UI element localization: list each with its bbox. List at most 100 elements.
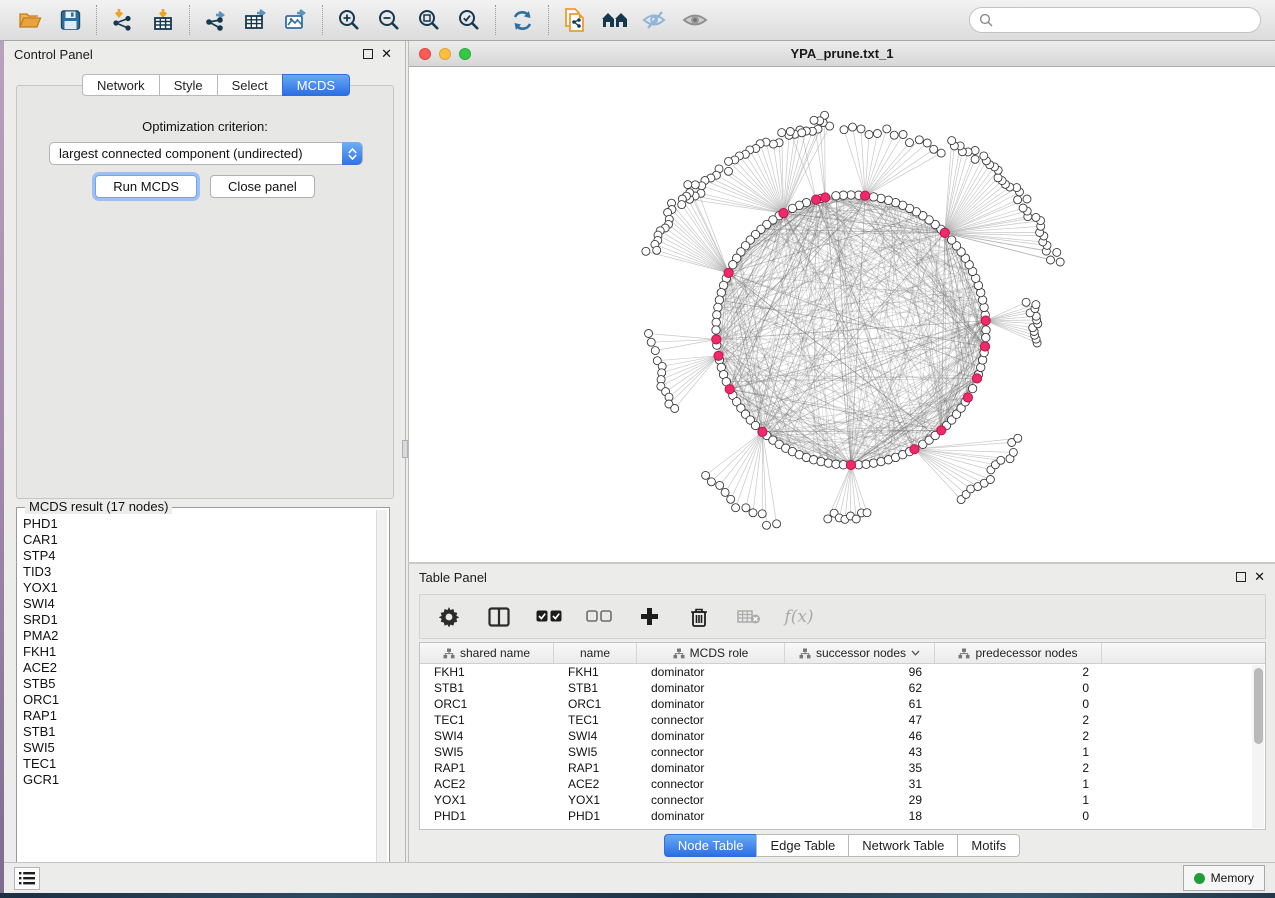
table-cell: 35	[785, 761, 935, 775]
close-panel-button[interactable]: Close panel	[210, 175, 315, 198]
network-canvas[interactable]	[409, 67, 1275, 561]
table-cell: FKH1	[554, 665, 637, 679]
list-item[interactable]: CAR1	[23, 532, 373, 548]
export-image-icon[interactable]	[276, 3, 316, 37]
search-icon	[979, 13, 993, 27]
list-icon	[19, 872, 35, 885]
list-item[interactable]: SWI5	[23, 740, 373, 756]
table-row[interactable]: SWI5SWI5connector431	[420, 744, 1265, 760]
table-row[interactable]: TEC1TEC1connector472	[420, 712, 1265, 728]
result-scrollbar[interactable]	[376, 510, 387, 876]
show-all-icon[interactable]	[675, 3, 715, 37]
control-panel-title: Control Panel	[14, 47, 93, 62]
list-item[interactable]: ORC1	[23, 692, 373, 708]
zoom-out-icon[interactable]	[369, 3, 409, 37]
close-icon[interactable]: ✕	[381, 49, 392, 59]
select-all-icon[interactable]	[536, 604, 562, 630]
search-input[interactable]	[993, 13, 1251, 27]
close-icon[interactable]: ✕	[1254, 572, 1265, 582]
list-item[interactable]: PMA2	[23, 628, 373, 644]
import-table-icon[interactable]	[143, 3, 183, 37]
toggle-panel-icon[interactable]	[486, 604, 512, 630]
table-row[interactable]: ORC1ORC1dominator610	[420, 696, 1265, 712]
table-row[interactable]: PHD1PHD1dominator180	[420, 808, 1265, 824]
table-row[interactable]: FKH1FKH1dominator962	[420, 664, 1265, 680]
table-settings-icon[interactable]	[436, 604, 462, 630]
import-network-icon[interactable]	[103, 3, 143, 37]
export-table-icon[interactable]	[236, 3, 276, 37]
zoom-in-icon[interactable]	[329, 3, 369, 37]
tab-network[interactable]: Network	[82, 74, 159, 96]
table-cell: 2	[935, 713, 1102, 727]
column-header-name[interactable]: name	[554, 643, 637, 663]
table-cell: ACE2	[554, 777, 637, 791]
float-icon[interactable]	[1236, 572, 1246, 582]
hide-selected-icon[interactable]	[635, 3, 675, 37]
network-graph[interactable]	[409, 67, 1275, 561]
list-item[interactable]: PHD1	[23, 516, 373, 532]
table-row[interactable]: YOX1YOX1connector291	[420, 792, 1265, 808]
float-icon[interactable]	[363, 49, 373, 59]
table-cell: 31	[785, 777, 935, 791]
table-cell: 2	[935, 761, 1102, 775]
toolbar-separator	[96, 5, 97, 35]
column-header-mcds-role[interactable]: MCDS role	[637, 643, 785, 663]
export-network-icon[interactable]	[196, 3, 236, 37]
tab-mcds[interactable]: MCDS	[282, 74, 350, 96]
list-item[interactable]: STP4	[23, 548, 373, 564]
tab-select[interactable]: Select	[217, 74, 282, 96]
table-cell: SWI5	[420, 745, 554, 759]
minimize-window-icon[interactable]	[439, 48, 451, 60]
list-item[interactable]: ACE2	[23, 660, 373, 676]
zoom-selected-icon[interactable]	[449, 3, 489, 37]
network-window-titlebar[interactable]: YPA_prune.txt_1	[409, 41, 1275, 67]
criterion-select[interactable]: largest connected component (undirected)	[49, 142, 363, 165]
zoom-fit-icon[interactable]	[409, 3, 449, 37]
tab-edge-table[interactable]: Edge Table	[756, 834, 848, 857]
scrollbar-thumb[interactable]	[1254, 668, 1263, 744]
delete-column-icon[interactable]	[686, 604, 712, 630]
toolbar-separator	[495, 5, 496, 35]
table-row[interactable]: STB1STB1dominator620	[420, 680, 1265, 696]
table-row[interactable]: ACE2ACE2connector311	[420, 776, 1265, 792]
open-session-icon[interactable]	[10, 3, 50, 37]
list-item[interactable]: SWI4	[23, 596, 373, 612]
table-row[interactable]: RAP1RAP1dominator352	[420, 760, 1265, 776]
mcds-result-box: MCDS result (17 nodes) PHD1CAR1STP4TID3Y…	[16, 507, 390, 879]
list-item[interactable]: TEC1	[23, 756, 373, 772]
tab-node-table[interactable]: Node Table	[664, 834, 757, 857]
tab-style[interactable]: Style	[159, 74, 217, 96]
table-scrollbar[interactable]	[1252, 665, 1264, 828]
application-window: Control Panel ✕ Network Style Select MCD…	[0, 0, 1275, 898]
list-item[interactable]: GCR1	[23, 772, 373, 788]
toolbar-separator	[322, 5, 323, 35]
list-item[interactable]: STB5	[23, 676, 373, 692]
tab-network-table[interactable]: Network Table	[848, 834, 957, 857]
close-window-icon[interactable]	[419, 48, 431, 60]
list-item[interactable]: SRD1	[23, 612, 373, 628]
duplicate-network-icon[interactable]	[555, 3, 595, 37]
column-header-shared-name[interactable]: shared name	[420, 643, 554, 663]
attribute-tree-icon	[958, 648, 970, 659]
tab-motifs[interactable]: Motifs	[957, 834, 1020, 857]
mcds-result-list[interactable]: PHD1CAR1STP4TID3YOX1SWI4SRD1PMA2FKH1ACE2…	[23, 516, 373, 874]
column-header-predecessor-nodes[interactable]: predecessor nodes	[935, 643, 1102, 663]
run-mcds-button[interactable]: Run MCDS	[95, 175, 197, 198]
list-item[interactable]: TID3	[23, 564, 373, 580]
list-item[interactable]: FKH1	[23, 644, 373, 660]
deselect-all-icon[interactable]	[586, 604, 612, 630]
table-cell: 2	[935, 665, 1102, 679]
memory-button[interactable]: Memory	[1183, 865, 1265, 891]
column-header-successor-nodes[interactable]: successor nodes	[785, 643, 935, 663]
first-neighbors-icon[interactable]	[595, 3, 635, 37]
add-column-icon[interactable]	[636, 604, 662, 630]
maximize-window-icon[interactable]	[459, 48, 471, 60]
list-item[interactable]: YOX1	[23, 580, 373, 596]
list-item[interactable]: STB1	[23, 724, 373, 740]
task-history-button[interactable]	[14, 867, 40, 890]
refresh-icon[interactable]	[502, 3, 542, 37]
list-item[interactable]: RAP1	[23, 708, 373, 724]
save-session-icon[interactable]	[50, 3, 90, 37]
table-row[interactable]: SWI4SWI4dominator462	[420, 728, 1265, 744]
search-box[interactable]	[969, 7, 1261, 33]
